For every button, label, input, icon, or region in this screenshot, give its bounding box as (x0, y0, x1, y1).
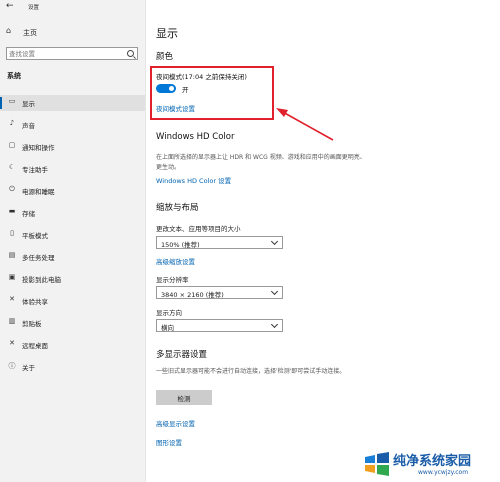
annotation-arrow (276, 108, 334, 141)
arrow-head (276, 108, 288, 117)
watermark-title: 纯净系统家园 (393, 454, 472, 469)
watermark-url: www.ycwjzy.com (418, 469, 469, 476)
arrow-shaft (280, 110, 334, 141)
watermark: 纯净系统家园 www.ycwjzy.com (360, 446, 500, 482)
windows-logo-icon (365, 452, 389, 476)
